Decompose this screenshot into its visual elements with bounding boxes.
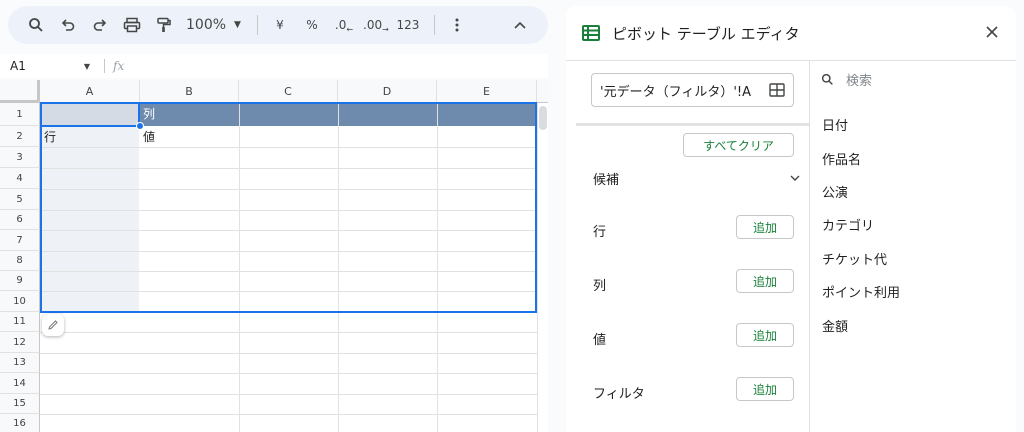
clear-all-button[interactable]: すべてクリア <box>683 133 794 157</box>
columns-section-label: 列 <box>593 279 607 294</box>
zoom-select[interactable]: 100% ▼ <box>182 11 245 39</box>
grid-line <box>40 332 537 333</box>
percent-format-button[interactable]: % <box>298 11 326 39</box>
search-icon <box>821 73 833 85</box>
number-format-button[interactable]: 123 <box>394 11 422 39</box>
values-section-label: 値 <box>593 333 607 348</box>
row-header[interactable]: 2 <box>0 126 40 147</box>
edit-pencil-button[interactable] <box>42 314 64 336</box>
arrow-left-icon: ← <box>346 24 354 34</box>
row-header[interactable]: 8 <box>0 251 40 271</box>
columns-add-button[interactable]: 追加 <box>736 269 794 293</box>
row-header[interactable]: 9 <box>0 271 40 291</box>
grid-line <box>537 103 538 432</box>
row-header[interactable]: 5 <box>0 189 40 210</box>
row-header[interactable]: 16 <box>0 414 40 432</box>
pencil-icon <box>48 320 58 330</box>
print-icon[interactable] <box>118 11 146 39</box>
row-header[interactable]: 13 <box>0 353 40 373</box>
undo-icon[interactable] <box>54 11 82 39</box>
field-item[interactable]: 作品名 <box>822 149 861 168</box>
row-header[interactable]: 11 <box>0 312 40 332</box>
panel-column-divider <box>809 61 810 432</box>
field-search-input[interactable]: 検索 <box>846 70 872 89</box>
paint-format-icon[interactable] <box>150 11 178 39</box>
filters-section-label: フィルタ <box>593 387 645 402</box>
spreadsheet-app: 100% ▼ ¥ % .0 ← .00 → 123 A1 ▼ fx A B C … <box>0 0 1024 432</box>
redo-icon[interactable] <box>86 11 114 39</box>
cell-reference: A1 <box>10 59 26 73</box>
increase-decimal-button[interactable]: .00 → <box>362 11 390 39</box>
panel-header: ピボット テーブル エディタ <box>566 6 1016 60</box>
fill-handle[interactable] <box>136 122 144 130</box>
grid-select-icon[interactable] <box>769 82 785 98</box>
row-header[interactable]: 10 <box>0 291 40 312</box>
rows-section-label: 行 <box>593 225 607 240</box>
currency-format-button[interactable]: ¥ <box>266 11 294 39</box>
field-item[interactable]: ポイント利用 <box>822 282 900 301</box>
pivot-range-selection <box>40 102 537 313</box>
row-header[interactable]: 1 <box>0 103 40 126</box>
grid-line <box>40 414 537 415</box>
column-header-a[interactable]: A <box>40 80 140 103</box>
field-item[interactable]: 金額 <box>822 316 848 335</box>
grid-line <box>40 373 537 374</box>
column-header-c[interactable]: C <box>239 80 338 103</box>
column-header-e[interactable]: E <box>437 80 537 103</box>
spreadsheet-grid[interactable]: A B C D E 1 2 3 4 5 6 7 8 9 10 11 12 13 … <box>0 80 548 432</box>
section-divider <box>576 123 809 126</box>
name-box[interactable]: A1 ▼ <box>0 54 96 78</box>
field-search[interactable]: 検索 <box>821 70 872 89</box>
increase-decimal-label: .00 <box>363 18 383 32</box>
data-range-input[interactable]: '元データ（フィルタ）'!A <box>591 73 794 107</box>
grid-line <box>40 353 537 354</box>
data-range-value: '元データ（フィルタ）'!A <box>600 84 751 100</box>
toolbar-divider <box>433 15 435 35</box>
row-header[interactable]: 6 <box>0 210 40 230</box>
decrease-decimal-button[interactable]: .0 ← <box>330 11 358 39</box>
fx-icon: fx <box>113 59 125 73</box>
field-item[interactable]: 日付 <box>822 115 848 134</box>
pivot-table-icon <box>582 25 600 41</box>
panel-title: ピボット テーブル エディタ <box>612 24 800 43</box>
row-header[interactable]: 7 <box>0 230 40 251</box>
row-header[interactable]: 4 <box>0 168 40 189</box>
more-vert-icon[interactable] <box>443 11 471 39</box>
vertical-scrollbar-thumb[interactable] <box>539 106 547 130</box>
select-all-corner[interactable] <box>0 80 40 103</box>
toolbar: 100% ▼ ¥ % .0 ← .00 → 123 <box>8 6 548 44</box>
field-item[interactable]: チケット代 <box>822 249 887 268</box>
row-header[interactable]: 14 <box>0 373 40 394</box>
formula-bar: A1 ▼ fx <box>0 54 548 78</box>
row-header[interactable]: 15 <box>0 394 40 414</box>
filters-add-button[interactable]: 追加 <box>736 377 794 401</box>
field-item[interactable]: 公演 <box>822 182 848 201</box>
field-item[interactable]: カテゴリ <box>822 215 874 234</box>
row-header[interactable]: 12 <box>0 332 40 353</box>
zoom-value: 100% <box>186 17 227 33</box>
values-add-button[interactable]: 追加 <box>736 323 794 347</box>
toolbar-divider <box>256 15 258 35</box>
chevron-up-icon[interactable] <box>506 11 534 39</box>
close-icon[interactable] <box>986 22 998 43</box>
arrow-right-icon: → <box>382 24 389 34</box>
row-header[interactable]: 3 <box>0 147 40 168</box>
search-icon[interactable] <box>22 11 50 39</box>
column-header-spacer <box>537 80 548 103</box>
a1-selection <box>40 102 140 127</box>
caret-down-icon: ▼ <box>83 61 90 71</box>
suggestions-label: 候補 <box>593 173 620 188</box>
decrease-decimal-label: .0 <box>334 18 347 32</box>
chevron-down-icon <box>790 175 800 181</box>
column-header-b[interactable]: B <box>140 80 239 103</box>
caret-down-icon: ▼ <box>234 20 241 30</box>
rows-add-button[interactable]: 追加 <box>736 215 794 239</box>
formula-bar-divider <box>104 59 105 73</box>
grid-line <box>40 394 537 395</box>
column-header-d[interactable]: D <box>338 80 437 103</box>
panel-divider <box>566 60 1016 61</box>
pivot-editor-panel: ピボット テーブル エディタ '元データ（フィルタ）'!A すべてクリア 候補 … <box>566 6 1016 432</box>
suggestions-toggle[interactable]: 候補 <box>593 169 804 188</box>
